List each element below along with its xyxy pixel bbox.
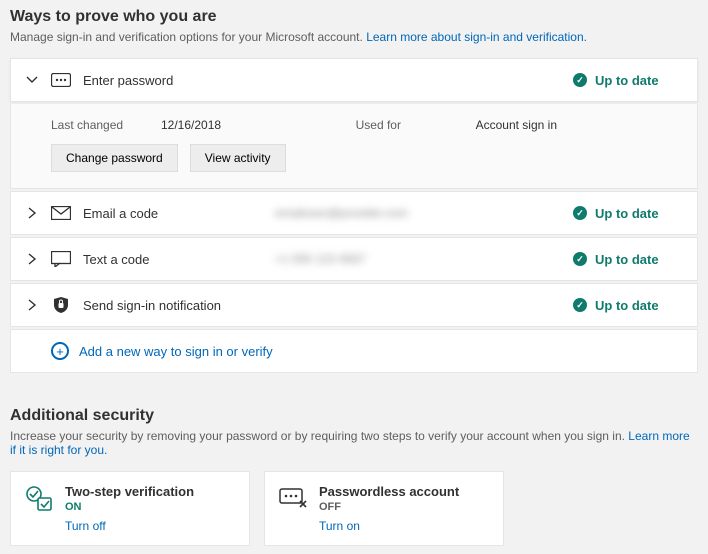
- two-step-toggle-link[interactable]: Turn off: [65, 519, 194, 533]
- status-badge: ✓ Up to date: [573, 298, 683, 313]
- lock-shield-icon: [51, 296, 71, 314]
- check-icon: ✓: [573, 252, 587, 266]
- email-value-blurred: emailuser@provider.com: [275, 206, 408, 220]
- tile-title: Two-step verification: [65, 484, 194, 499]
- row-mid: emailuser@provider.com: [275, 206, 561, 220]
- sms-icon: [51, 251, 71, 267]
- check-icon: ✓: [573, 206, 587, 220]
- password-icon: [51, 73, 71, 87]
- row-mid: +1 555 123 4567: [275, 252, 561, 266]
- row-enter-password[interactable]: Enter password ✓ Up to date: [10, 58, 698, 102]
- row-email-code[interactable]: Email a code emailuser@provider.com ✓ Up…: [10, 191, 698, 235]
- status-badge: ✓ Up to date: [573, 73, 683, 88]
- additional-security-tiles: Two-step verification ON Turn off Passwo…: [10, 471, 698, 546]
- additional-security-heading: Additional security: [10, 407, 698, 425]
- row-title: Email a code: [83, 206, 263, 221]
- password-details: Last changed 12/16/2018 Used for Account…: [51, 118, 657, 132]
- password-actions: Change password View activity: [51, 144, 657, 172]
- tile-title: Passwordless account: [319, 484, 459, 499]
- add-signin-method[interactable]: + Add a new way to sign in or verify: [10, 329, 698, 373]
- chevron-down-icon: [25, 74, 39, 86]
- plus-circle-icon: +: [51, 342, 69, 360]
- used-for-value: Account sign in: [476, 118, 557, 132]
- last-changed-value: 12/16/2018: [161, 118, 281, 132]
- tile-state: ON: [65, 501, 194, 513]
- change-password-button[interactable]: Change password: [51, 144, 178, 172]
- learn-more-signin-link[interactable]: Learn more about sign-in and verificatio…: [366, 30, 587, 44]
- view-activity-button[interactable]: View activity: [190, 144, 286, 172]
- chevron-right-icon: [25, 207, 39, 219]
- row-text-code[interactable]: Text a code +1 555 123 4567 ✓ Up to date: [10, 237, 698, 281]
- passwordless-toggle-link[interactable]: Turn on: [319, 519, 459, 533]
- row-signin-notification[interactable]: Send sign-in notification ✓ Up to date: [10, 283, 698, 327]
- status-text: Up to date: [595, 252, 659, 267]
- row-title: Enter password: [83, 73, 263, 88]
- tile-two-step: Two-step verification ON Turn off: [10, 471, 250, 546]
- phone-value-blurred: +1 555 123 4567: [275, 252, 365, 266]
- last-changed-label: Last changed: [51, 118, 141, 132]
- ways-subtitle-text: Manage sign-in and verification options …: [10, 30, 366, 44]
- check-icon: ✓: [573, 73, 587, 87]
- status-text: Up to date: [595, 206, 659, 221]
- tile-passwordless: Passwordless account OFF Turn on: [264, 471, 504, 546]
- ways-heading: Ways to prove who you are: [10, 8, 698, 26]
- status-badge: ✓ Up to date: [573, 206, 683, 221]
- passwordless-icon: [279, 484, 307, 508]
- additional-subtitle-text: Increase your security by removing your …: [10, 429, 628, 443]
- additional-security-subtitle: Increase your security by removing your …: [10, 429, 698, 457]
- mail-icon: [51, 206, 71, 220]
- status-badge: ✓ Up to date: [573, 252, 683, 267]
- row-title: Send sign-in notification: [83, 298, 263, 313]
- tile-state: OFF: [319, 501, 459, 513]
- two-step-icon: [25, 484, 53, 512]
- chevron-right-icon: [25, 253, 39, 265]
- status-text: Up to date: [595, 298, 659, 313]
- proof-methods-list: Enter password ✓ Up to date Last changed…: [10, 58, 698, 373]
- ways-subtitle: Manage sign-in and verification options …: [10, 30, 698, 44]
- row-enter-password-body: Last changed 12/16/2018 Used for Account…: [10, 104, 698, 189]
- check-icon: ✓: [573, 298, 587, 312]
- status-text: Up to date: [595, 73, 659, 88]
- used-for-label: Used for: [356, 118, 456, 132]
- row-title: Text a code: [83, 252, 263, 267]
- chevron-right-icon: [25, 299, 39, 311]
- add-signin-method-label: Add a new way to sign in or verify: [79, 344, 273, 359]
